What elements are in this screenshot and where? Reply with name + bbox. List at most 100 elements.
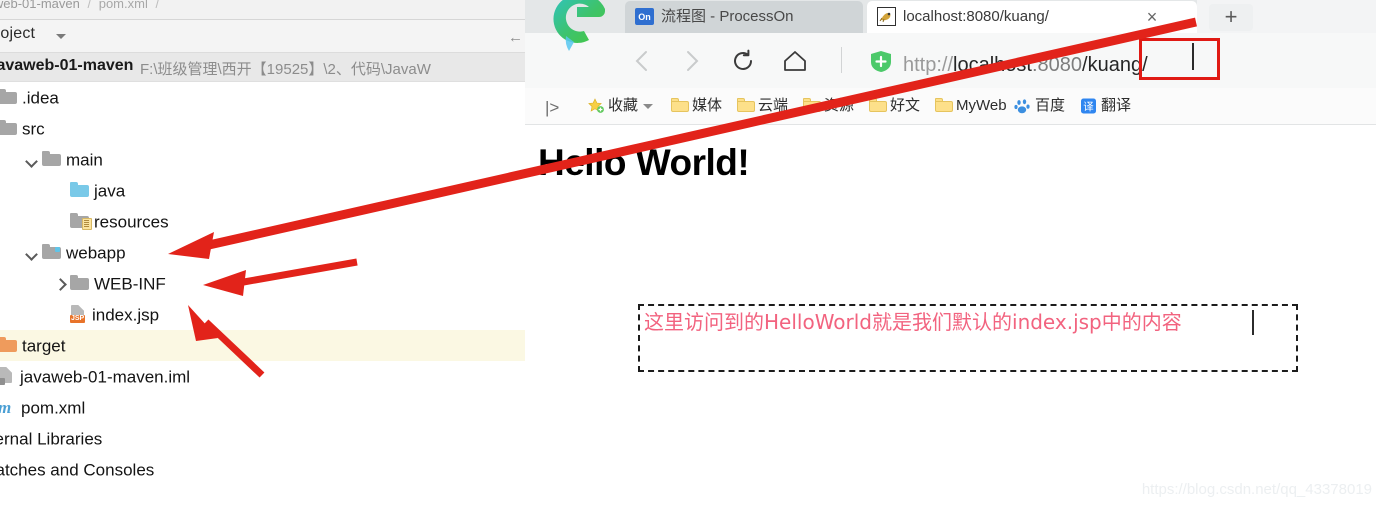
tree-item-scratches-and-consoles[interactable]: Scratches and Consoles [0, 454, 525, 485]
resources-folder-icon [70, 213, 92, 231]
annotation-textbox: 这里访问到的HelloWorld就是我们默认的index.jsp中的内容 [638, 304, 1298, 372]
svg-text:On: On [638, 12, 651, 22]
bookmark-资源[interactable]: 资源 [803, 95, 854, 117]
url-scheme: http:// [903, 54, 954, 76]
tree-item-main[interactable]: main [0, 144, 525, 175]
breadcrumb-item-file[interactable]: pom.xml [99, 0, 148, 11]
bookmark-百度[interactable]: 百度 [1014, 95, 1065, 117]
forward-icon[interactable] [677, 47, 705, 75]
browser-logo-icon [553, 0, 605, 51]
new-tab-button[interactable]: + [1209, 4, 1253, 31]
sidebar-toggle-icon[interactable]: |> [545, 98, 559, 118]
tree-item-target[interactable]: target [0, 330, 525, 361]
url-text[interactable]: http://localhost:8080/kuang/ [903, 53, 1148, 77]
breadcrumb-separator: / [87, 0, 92, 11]
folder-icon [737, 98, 755, 113]
folder-icon [869, 98, 887, 113]
bookmark-收藏[interactable]: 收藏 [587, 95, 654, 117]
folder-icon [671, 98, 689, 113]
browser-navbar: http://localhost:8080/kuang/ [525, 33, 1376, 89]
watermark: https://blog.csdn.net/qq_43378019 [1141, 481, 1372, 498]
bookmark-label: 收藏 [608, 97, 639, 114]
tree-item-label: javaweb-01-maven.iml [20, 367, 191, 387]
chevron-down-icon[interactable] [56, 34, 66, 39]
reload-icon[interactable] [729, 47, 757, 75]
bookmark-label: 翻译 [1101, 97, 1132, 114]
annotation-caret [1252, 310, 1254, 335]
bookmark-label: 百度 [1035, 97, 1066, 114]
svg-text:译: 译 [1083, 101, 1094, 113]
bookmark-label: 云端 [758, 97, 789, 114]
project-tree[interactable]: .idea src main java resources webapp WEB-INF JS… [0, 82, 525, 506]
breadcrumb-separator-2: / [155, 0, 160, 11]
jsp-file-icon: JSP [70, 304, 87, 323]
maven-file-icon: m [0, 392, 17, 423]
chevron-right-icon[interactable] [54, 277, 68, 291]
tree-item-label: Scratches and Consoles [0, 460, 155, 480]
tree-item-label: java [94, 181, 126, 201]
home-icon[interactable] [781, 47, 809, 75]
chevron-down-icon[interactable] [643, 103, 654, 109]
project-path: F:\班级管理\西开【19525】\2、代码\JavaW [140, 61, 431, 78]
tree-item-resources[interactable]: resources [0, 206, 525, 237]
breadcrumb-item-project[interactable]: javaweb-01-maven [0, 0, 80, 11]
chevron-down-icon[interactable] [26, 153, 40, 167]
page-content: Hello World! 这里访问到的HelloWorld就是我们默认的inde… [525, 125, 1376, 506]
folder-icon [935, 98, 953, 113]
tree-item-label: .idea [22, 88, 59, 108]
tree-item-src[interactable]: src [0, 113, 525, 144]
bookmark-label: MyWeb [956, 97, 1007, 114]
bookmark-翻译[interactable]: 译翻译 [1080, 95, 1131, 117]
tree-item-label: webapp [66, 243, 126, 263]
collapse-panel-icon[interactable]: ← [508, 29, 523, 46]
chevron-down-icon[interactable] [26, 246, 40, 260]
back-icon[interactable] [629, 47, 657, 75]
browser-tab-title: 流程图 - ProcessOn [661, 8, 794, 25]
baidu-paw-icon [1014, 98, 1032, 114]
bookmark-myweb[interactable]: MyWeb [935, 95, 1007, 117]
tree-item-webapp[interactable]: webapp [0, 237, 525, 268]
url-port: :8080 [1031, 54, 1083, 76]
tree-item-label: index.jsp [92, 305, 160, 325]
tree-item-label: External Libraries [0, 429, 103, 449]
tree-item-idea[interactable]: .idea [0, 82, 525, 113]
url-path: /kuang/ [1082, 54, 1148, 76]
browser-tab-processon[interactable]: On 流程图 - ProcessOn [625, 1, 863, 33]
bookmark-好文[interactable]: 好文 [869, 95, 920, 117]
webapp-folder-icon [42, 244, 61, 260]
tree-item-pom-xml[interactable]: mpom.xml [0, 392, 525, 423]
processon-icon: On [635, 8, 654, 25]
bookmark-云端[interactable]: 云端 [737, 95, 788, 117]
bookmark-媒体[interactable]: 媒体 [671, 95, 722, 117]
tomcat-icon [877, 7, 896, 26]
tree-item-external-libraries[interactable]: External Libraries [0, 423, 525, 454]
project-name: javaweb-01-maven [0, 57, 134, 74]
star-add-icon [587, 98, 605, 113]
project-toolbar: Project ← [0, 20, 525, 53]
navbar-separator [841, 47, 842, 73]
browser-tab-title: localhost:8080/kuang/ [903, 8, 1049, 25]
tree-item-label: main [66, 150, 103, 170]
tree-item-web-inf[interactable]: WEB-INF [0, 268, 525, 299]
tree-item-index-jsp[interactable]: JSP index.jsp [0, 299, 525, 330]
bookmark-label: 媒体 [692, 97, 723, 114]
excluded-folder-icon [0, 337, 17, 353]
folder-icon [42, 151, 61, 167]
tree-item-javaweb-01-maven-iml[interactable]: javaweb-01-maven.iml [0, 361, 525, 392]
annotation-text: 这里访问到的HelloWorld就是我们默认的index.jsp中的内容 [644, 310, 1182, 334]
close-icon[interactable]: × [1143, 8, 1161, 27]
page-heading: Hello World! [538, 142, 750, 183]
bookmark-label: 好文 [890, 97, 921, 114]
project-root-row[interactable]: javaweb-01-maven F:\班级管理\西开【19525】\2、代码\… [0, 53, 525, 82]
url-highlight-box [1139, 38, 1220, 80]
tree-item-label: pom.xml [21, 398, 86, 418]
browser-tabstrip: On 流程图 - ProcessOn localhost:8080/kuang/… [525, 0, 1376, 51]
tree-item-java[interactable]: java [0, 175, 525, 206]
url-host: localhost [953, 54, 1032, 76]
translate-icon: 译 [1080, 98, 1098, 114]
folder-icon [803, 98, 821, 113]
security-shield-icon[interactable] [870, 50, 892, 73]
breadcrumb: javaweb-01-maven / pom.xml / [0, 0, 525, 20]
